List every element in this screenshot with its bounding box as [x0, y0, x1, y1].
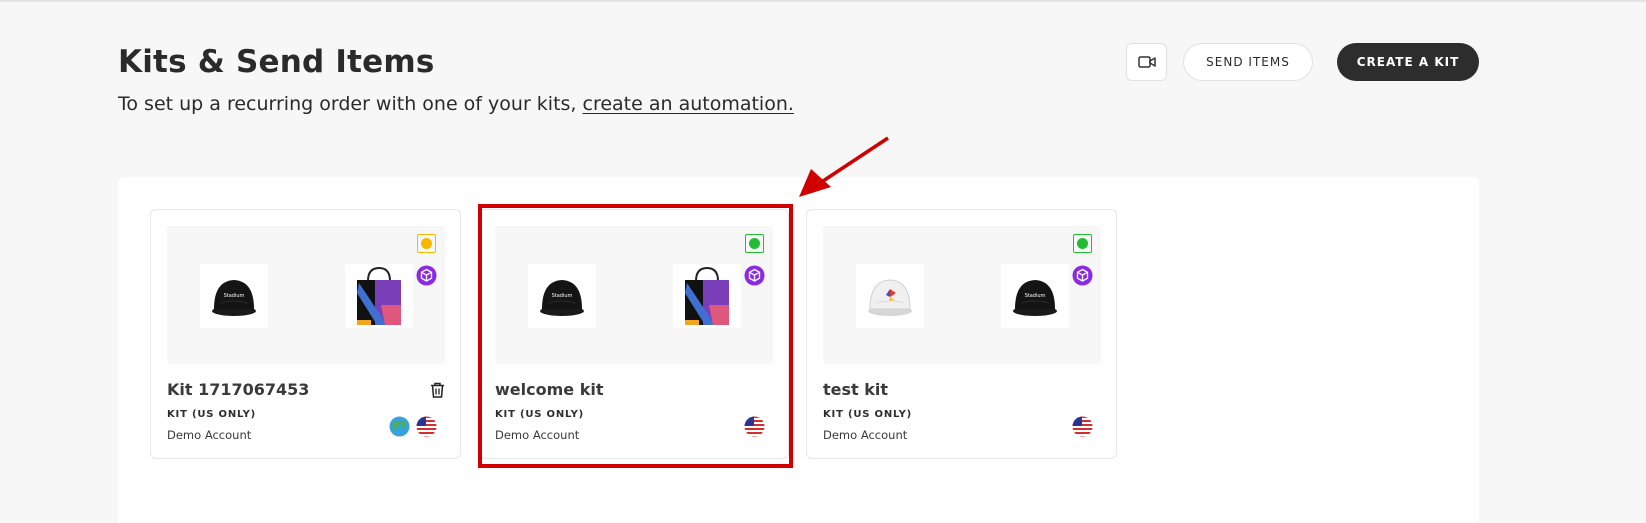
white-cap-image	[856, 264, 924, 328]
subtitle-text: To set up a recurring order with one of …	[118, 93, 583, 115]
cube-icon	[1072, 265, 1093, 286]
svg-text:Stadium: Stadium	[224, 293, 245, 299]
create-automation-link[interactable]: create an automation.	[583, 93, 794, 115]
trash-icon[interactable]	[430, 382, 445, 398]
status-indicator	[417, 234, 436, 253]
cube-icon	[416, 265, 437, 286]
status-indicator	[1073, 234, 1092, 253]
create-kit-button[interactable]: CREATE A KIT	[1337, 43, 1479, 81]
kit-preview: Stadium	[823, 226, 1101, 364]
svg-text:Stadium: Stadium	[1025, 293, 1046, 299]
globe-icon	[389, 416, 410, 437]
tote-bag-image	[345, 264, 413, 328]
black-cap-image: Stadium	[200, 264, 268, 328]
kit-name[interactable]: test kit	[823, 380, 888, 399]
page-subtitle: To set up a recurring order with one of …	[118, 93, 794, 115]
kit-type: KIT (US ONLY)	[823, 409, 913, 420]
arrow-annotation-icon	[799, 136, 889, 197]
kit-type: KIT (US ONLY)	[167, 409, 257, 420]
kit-preview: Stadium	[167, 226, 445, 364]
kit-name[interactable]: Kit 1717067453	[167, 380, 309, 399]
video-camera-icon	[1137, 56, 1156, 68]
black-cap-image: Stadium	[1001, 264, 1069, 328]
kit-card[interactable]: Stadium test kit KIT (US ONLY) Demo Acco…	[806, 209, 1117, 459]
video-tutorial-button[interactable]	[1126, 43, 1167, 81]
send-items-button[interactable]: SEND ITEMS	[1183, 43, 1313, 81]
top-divider	[0, 0, 1646, 2]
page-title: Kits & Send Items	[118, 44, 435, 80]
us-flag-icon	[1072, 416, 1093, 437]
us-flag-icon	[416, 416, 437, 437]
kit-account: Demo Account	[167, 428, 252, 442]
kit-card[interactable]: Stadium Kit 1717067453 KIT (US ONLY) Dem…	[150, 209, 461, 459]
kit-account: Demo Account	[823, 428, 908, 442]
highlight-box	[478, 204, 793, 468]
